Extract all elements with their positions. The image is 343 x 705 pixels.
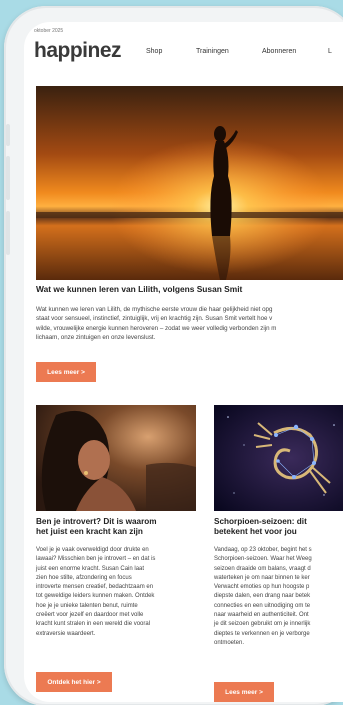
body-line: je dit seizoen gebruikt om je innerlijk [214, 621, 311, 628]
hero-read-more-button[interactable]: Lees meer > [36, 362, 96, 382]
newsletter-screen: oktober 2025 happinez Shop Trainingen Ab… [24, 22, 343, 702]
title-line: het juist een kracht kan zijn [36, 527, 143, 536]
body-line: lawaai? Misschien ben je introvert – en … [36, 556, 156, 563]
hero-body-line: lichaam, onze zintuigen en onze levenslu… [36, 334, 156, 342]
body-line: hoe je je unieke talenten benut, ruimte [36, 602, 138, 609]
body-line: naar waarheid en authenticiteit. Ont [214, 612, 309, 619]
body-line: Verwacht emoties op hun hoogste p [214, 584, 310, 591]
hero-body-line: staat voor sensueel, instinctief, zintui… [36, 315, 273, 323]
title-line: Ben je introvert? Dit is waarom [36, 517, 157, 526]
body-line: waterteken je om naar binnen te ker [214, 574, 310, 581]
body-line: connecties en een uitnodiging om te [214, 602, 311, 609]
body-line: Schorpioen-seizoen. Waar het Weeg [214, 556, 312, 563]
body-line: seizoen draaide om balans, vraagt d [214, 565, 311, 572]
woman-portrait-image [36, 405, 196, 511]
introvert-article-body: Voel je je vaak overweldigd door drukte … [36, 546, 155, 639]
scorpion-constellation-image [214, 405, 343, 511]
title-line: betekent het voor jou [214, 527, 297, 536]
title-line: Schorpioen-seizoen: dit [214, 517, 307, 526]
phone-frame: oktober 2025 happinez Shop Trainingen Ab… [4, 6, 343, 705]
body-line: kracht kunt stralen in een wereld die vo… [36, 621, 151, 628]
introvert-article-image[interactable] [36, 405, 196, 511]
body-line: diepste dalen, een drang naar betek [214, 593, 311, 600]
volume-down-button [6, 211, 10, 255]
hero-body-line: Wat kunnen we leren van Lilith, de mythi… [36, 306, 273, 313]
happinez-logo[interactable]: happinez [34, 39, 122, 63]
scorpio-read-more-button[interactable]: Lees meer > [214, 682, 274, 702]
body-line: Vandaag, op 23 oktober, begint het s [214, 547, 312, 553]
mute-switch [6, 124, 10, 146]
body-line: dieptes te verkennen en je verborge [214, 630, 310, 637]
body-line: juist een enorme kracht. Susan Cain laat [36, 565, 145, 572]
scorpio-article-body: Vandaag, op 23 oktober, begint het s Sch… [214, 546, 312, 648]
introvert-discover-button[interactable]: Ontdek het hier > [36, 672, 112, 692]
nav-item-abonneren[interactable]: Abonneren [262, 48, 296, 55]
volume-up-button [6, 156, 10, 200]
introvert-article-title[interactable]: Ben je introvert? Dit is waarom het juis… [36, 517, 157, 537]
body-line: ontmoeten. [214, 639, 245, 646]
issue-date: oktober 2025 [34, 28, 64, 34]
scorpio-article-title[interactable]: Schorpioen-seizoen: dit betekent het voo… [214, 517, 307, 537]
body-line: zien hoe stilte, afzondering en focus [36, 574, 132, 581]
hero-article-body: Wat kunnen we leren van Lilith, de mythi… [36, 305, 343, 343]
nav-item-shop[interactable]: Shop [146, 48, 162, 55]
sunset-woman-image [36, 86, 343, 280]
hero-article-title[interactable]: Wat we kunnen leren van Lilith, volgens … [36, 284, 242, 294]
scorpio-article-image[interactable] [214, 405, 343, 511]
body-line: introverte mensen creatief, bedachtzaam … [36, 584, 154, 591]
nav-item-l[interactable]: L [328, 48, 332, 55]
body-line: tot geweldige leiders kunnen maken. Ontd… [36, 593, 155, 600]
hero-image[interactable] [36, 86, 343, 280]
body-line: creëert voor jezelf en daardoor met voll… [36, 612, 144, 619]
body-line: extraversie waardeert. [36, 630, 96, 637]
nav-item-trainingen[interactable]: Trainingen [196, 48, 229, 55]
body-line: Voel je je vaak overweldigd door drukte … [36, 547, 149, 553]
hero-body-line: wilde, vrouwelijke energie kunnen herove… [36, 324, 277, 332]
